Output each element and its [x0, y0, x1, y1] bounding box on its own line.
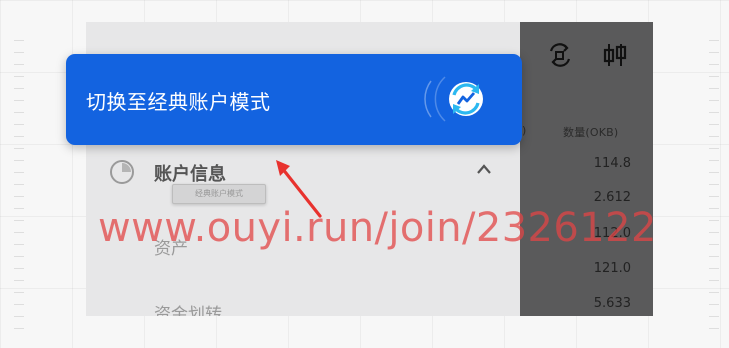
clock-icon	[110, 160, 134, 184]
quantity-value: 2.612	[593, 190, 631, 205]
column-header-quantity: 数量(OKB)	[563, 126, 619, 139]
quantity-value: 114.8	[593, 156, 631, 171]
candlestick-icon[interactable]	[601, 42, 629, 68]
watermark-url: www.ouyi.run/join/2326122	[98, 205, 657, 251]
banner-text: 切换至经典账户模式	[86, 90, 271, 114]
switch-mode-icon[interactable]	[423, 67, 493, 131]
ruler-ticks-right	[709, 40, 719, 340]
chevron-up-icon[interactable]	[476, 163, 492, 175]
quantity-value: 121.0	[593, 261, 631, 276]
column-header-paren: )	[522, 124, 527, 137]
order-book-panel	[520, 22, 653, 316]
switch-mode-banner[interactable]: 切换至经典账户模式	[66, 54, 522, 145]
tooltip: 经典账户模式	[172, 184, 266, 204]
ruler-ticks-left	[14, 40, 24, 340]
swap-icon[interactable]	[546, 42, 574, 68]
section-title-account-info[interactable]: 账户信息	[154, 160, 226, 186]
quantity-value: 5.633	[593, 296, 631, 311]
menu-item-transfer[interactable]: 资金划转	[154, 300, 222, 316]
